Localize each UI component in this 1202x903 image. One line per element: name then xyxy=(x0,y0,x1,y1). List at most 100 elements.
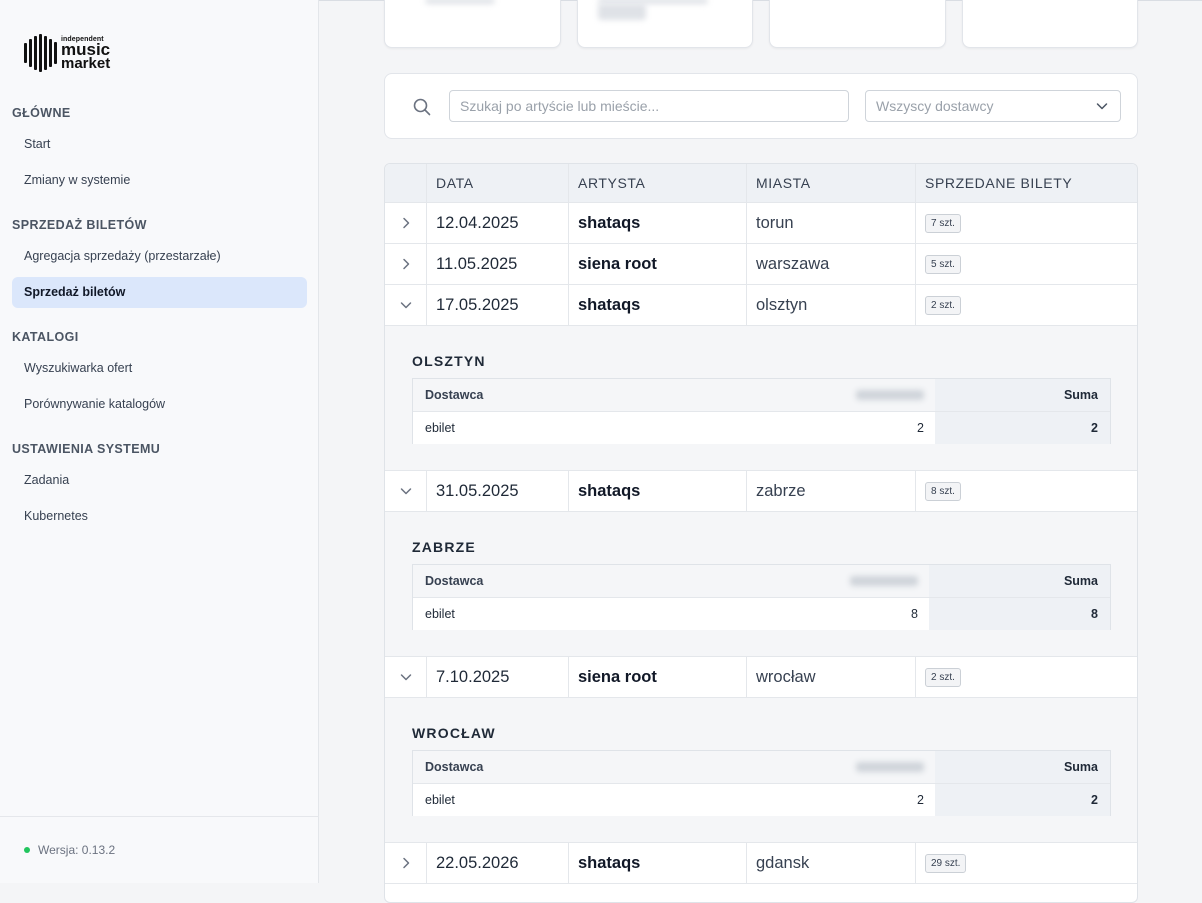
supplier-select[interactable]: Wszyscy dostawcy xyxy=(865,90,1121,122)
supplier-breakdown-header: Dostawca Suma xyxy=(413,379,1110,412)
stat-card-3 xyxy=(769,0,946,48)
expand-toggle[interactable] xyxy=(385,285,426,325)
sidebar-item-zmiany[interactable]: Zmiany w systemie xyxy=(12,165,307,196)
expand-toggle[interactable] xyxy=(385,843,426,883)
table-row[interactable]: 31.05.2025 shataqs zabrze 8 szt. xyxy=(385,471,1137,512)
nav-section-sprzedaz: SPRZEDAŻ BILETÓW xyxy=(12,218,147,232)
sidebar-item-porownywanie[interactable]: Porównywanie katalogów xyxy=(12,389,307,420)
version-label: Wersja: 0.13.2 xyxy=(38,843,116,857)
sidebar-item-kubernetes[interactable]: Kubernetes xyxy=(12,501,307,532)
row-detail-panel: ZABRZE Dostawca Suma ebilet 8 8 xyxy=(385,512,1137,657)
chevron-down-icon xyxy=(1096,103,1108,110)
table-row[interactable]: 12.04.2025 shataqs torun 7 szt. xyxy=(385,203,1137,244)
table-row[interactable]: 22.05.2026 shataqs gdansk 29 szt. xyxy=(385,843,1137,884)
row-city: gdansk xyxy=(756,853,810,872)
stat-card-2 xyxy=(577,0,753,48)
supplier-value: 2 xyxy=(917,793,924,807)
header-expand xyxy=(385,164,426,202)
header-date[interactable]: DATA xyxy=(426,164,568,202)
header-sold[interactable]: SPRZEDANE BILETY xyxy=(915,164,1137,202)
supplier-name: ebilet xyxy=(425,421,455,435)
expand-toggle[interactable] xyxy=(385,471,426,511)
chevron-down-icon xyxy=(400,488,411,495)
row-date: 22.05.2026 xyxy=(436,853,519,872)
supplier-sum: 2 xyxy=(1091,793,1098,807)
row-date: 12.04.2025 xyxy=(436,213,519,232)
supplier-breakdown-header: Dostawca Suma xyxy=(413,565,1110,598)
sold-badge: 2 szt. xyxy=(925,295,961,315)
status-dot-icon xyxy=(24,847,30,853)
logo-bars-icon xyxy=(24,34,57,72)
search-icon xyxy=(413,98,431,116)
table-row[interactable]: 7.10.2025 siena root wrocław 2 szt. xyxy=(385,657,1137,698)
sold-badge: 5 szt. xyxy=(925,254,961,274)
blurred-column-header xyxy=(856,390,924,400)
sidebar: independent music market GŁÓWNE Start Zm… xyxy=(0,0,319,883)
sales-table: DATA ARTYSTA MIASTA SPRZEDANE BILETY 12.… xyxy=(384,163,1138,903)
stat-card-4 xyxy=(962,0,1138,48)
table-row[interactable]: 17.05.2025 shataqs olsztyn 2 szt. xyxy=(385,285,1137,326)
supplier-sum: 2 xyxy=(1091,421,1098,435)
supplier-value: 2 xyxy=(917,421,924,435)
expand-toggle[interactable] xyxy=(385,657,426,697)
col-sum: Suma xyxy=(1063,760,1098,774)
chevron-down-icon xyxy=(400,674,411,681)
row-artist: siena root xyxy=(578,667,657,686)
filter-panel: Wszyscy dostawcy xyxy=(384,73,1138,139)
sidebar-item-wyszukiwarka[interactable]: Wyszukiwarka ofert xyxy=(12,353,307,384)
sidebar-footer-divider xyxy=(0,816,319,817)
expand-toggle[interactable] xyxy=(385,244,426,284)
search-input[interactable] xyxy=(449,90,849,122)
col-supplier: Dostawca xyxy=(425,388,484,402)
brand-line-3: market xyxy=(61,54,111,72)
brand-logo[interactable]: independent music market xyxy=(24,34,110,72)
supplier-value: 8 xyxy=(911,607,918,621)
expand-toggle[interactable] xyxy=(385,203,426,243)
nav-section-glowne: GŁÓWNE xyxy=(12,106,71,120)
row-artist: shataqs xyxy=(578,295,641,314)
row-city: warszawa xyxy=(756,254,830,273)
sidebar-item-start[interactable]: Start xyxy=(12,129,307,160)
nav-section-ustawienia: USTAWIENIA SYSTEMU xyxy=(12,442,161,456)
chevron-right-icon xyxy=(402,258,409,270)
row-city: torun xyxy=(756,213,794,232)
col-sum: Suma xyxy=(1063,388,1098,402)
blurred-content xyxy=(425,0,495,4)
sidebar-item-agregacja[interactable]: Agregacja sprzedaży (przestarzałe) xyxy=(12,241,307,272)
table-header: DATA ARTYSTA MIASTA SPRZEDANE BILETY xyxy=(385,164,1137,203)
col-sum: Suma xyxy=(1063,574,1098,588)
sold-badge: 29 szt. xyxy=(925,853,967,873)
sidebar-item-sprzedaz-biletow[interactable]: Sprzedaż biletów xyxy=(12,277,307,308)
blurred-column-header xyxy=(856,762,924,772)
supplier-breakdown-row: ebilet 2 2 xyxy=(413,412,1110,444)
detail-city-title: WROCŁAW xyxy=(412,725,496,741)
supplier-breakdown-table: Dostawca Suma ebilet 2 2 xyxy=(412,378,1111,444)
supplier-breakdown-row: ebilet 2 2 xyxy=(413,784,1110,816)
blurred-column-header xyxy=(850,576,918,586)
row-artist: siena root xyxy=(578,254,657,273)
header-artist[interactable]: ARTYSTA xyxy=(568,164,746,202)
sold-badge: 7 szt. xyxy=(925,213,961,233)
header-city[interactable]: MIASTA xyxy=(746,164,915,202)
blurred-content xyxy=(598,4,646,20)
sidebar-item-zadania[interactable]: Zadania xyxy=(12,465,307,496)
supplier-sum: 8 xyxy=(1091,607,1098,621)
supplier-name: ebilet xyxy=(425,793,455,807)
supplier-breakdown-row: ebilet 8 8 xyxy=(413,598,1110,630)
row-detail-panel: WROCŁAW Dostawca Suma ebilet 2 2 xyxy=(385,698,1137,843)
row-artist: shataqs xyxy=(578,213,641,232)
col-supplier: Dostawca xyxy=(425,574,484,588)
sold-badge: 8 szt. xyxy=(925,481,961,501)
row-date: 11.05.2025 xyxy=(436,254,518,273)
nav-section-katalogi: KATALOGI xyxy=(12,330,79,344)
brand-name: independent music market xyxy=(61,36,110,71)
row-date: 31.05.2025 xyxy=(436,481,519,500)
table-row[interactable]: 11.05.2025 siena root warszawa 5 szt. xyxy=(385,244,1137,285)
row-artist: shataqs xyxy=(578,853,641,872)
stat-card-1 xyxy=(384,0,561,48)
detail-city-title: ZABRZE xyxy=(412,539,476,555)
supplier-breakdown-table: Dostawca Suma ebilet 2 2 xyxy=(412,750,1111,816)
row-city: olsztyn xyxy=(756,295,808,314)
row-city: zabrze xyxy=(756,481,806,500)
row-date: 7.10.2025 xyxy=(436,667,510,686)
